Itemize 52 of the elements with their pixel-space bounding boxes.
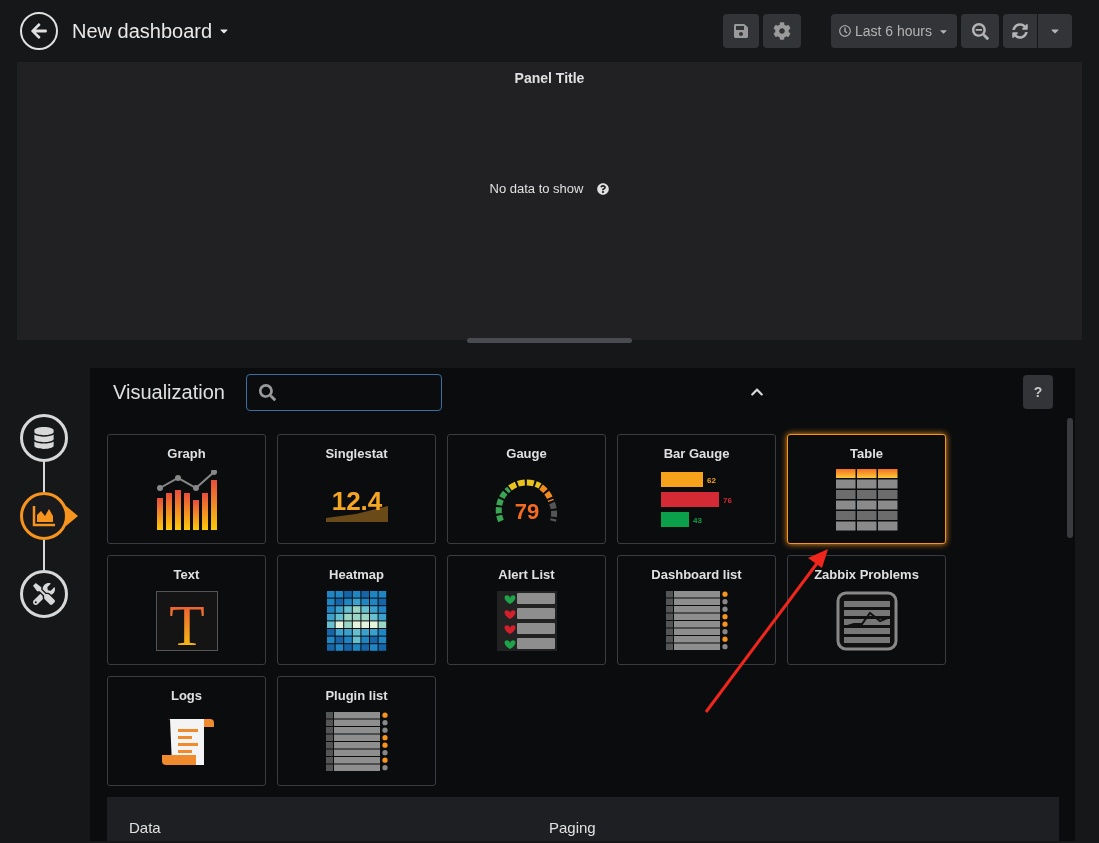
visualization-card[interactable]: Text T bbox=[107, 555, 266, 665]
options-section-title: Paging bbox=[549, 818, 596, 838]
help-icon bbox=[597, 182, 610, 195]
visualization-card[interactable]: Bar Gauge 62 76 43 bbox=[617, 434, 776, 544]
no-data-message: No data to show bbox=[489, 180, 584, 198]
heatmap-grid-icon bbox=[326, 591, 387, 652]
dashboard-title-dropdown[interactable]: New dashboard bbox=[72, 16, 231, 46]
panel-title: Panel Title bbox=[514, 69, 585, 88]
zoom-out-button[interactable] bbox=[961, 14, 999, 48]
options-section-title: Data bbox=[129, 818, 162, 838]
table-icon bbox=[835, 469, 898, 532]
refresh-icon bbox=[1012, 23, 1028, 39]
settings-icon bbox=[772, 22, 791, 40]
editor-step-button[interactable] bbox=[20, 414, 68, 462]
visualization-card[interactable]: Logs bbox=[107, 676, 266, 786]
zoom-out-icon bbox=[971, 22, 989, 40]
editor-step-button[interactable] bbox=[20, 570, 68, 618]
help-button[interactable]: ? bbox=[1023, 375, 1053, 409]
list-rows-icon bbox=[325, 712, 388, 773]
alert-list-icon bbox=[496, 591, 557, 652]
serif-letter-icon: T bbox=[155, 591, 218, 652]
visualization-card[interactable]: Table bbox=[787, 434, 946, 544]
settings-button[interactable] bbox=[762, 14, 801, 48]
framed-chart-icon bbox=[835, 591, 898, 652]
list-rows-icon bbox=[665, 591, 728, 652]
visualization-card[interactable]: Gauge 79 bbox=[447, 434, 606, 544]
back-button[interactable] bbox=[20, 12, 58, 50]
visualization-card[interactable]: Plugin list bbox=[277, 676, 436, 786]
visualization-card[interactable]: Graph bbox=[107, 434, 266, 544]
visualization-card[interactable]: Dashboard list bbox=[617, 555, 776, 665]
scrollbar[interactable] bbox=[1067, 418, 1073, 538]
save-icon bbox=[732, 23, 749, 39]
scroll-icon bbox=[159, 717, 214, 768]
database-icon bbox=[33, 427, 55, 449]
tools-icon bbox=[33, 583, 55, 605]
visualization-card[interactable]: Zabbix Problems bbox=[787, 555, 946, 665]
editor-step-button[interactable] bbox=[20, 492, 68, 540]
section-heading: Visualization bbox=[113, 380, 225, 405]
refresh-button[interactable] bbox=[1003, 14, 1037, 48]
back-arrow-icon bbox=[30, 22, 48, 40]
visualization-card[interactable]: Alert List bbox=[447, 555, 606, 665]
step-pointer-icon bbox=[66, 506, 78, 526]
bar-chart-icon bbox=[155, 470, 218, 531]
clock-icon bbox=[838, 25, 851, 37]
visualization-card[interactable]: Singlestat 12.4 bbox=[277, 434, 436, 544]
save-button[interactable] bbox=[722, 14, 759, 48]
resize-handle[interactable] bbox=[467, 338, 632, 343]
time-range-picker[interactable]: Last 6 hours bbox=[830, 14, 957, 48]
area-chart-icon bbox=[32, 505, 56, 527]
search-field[interactable] bbox=[245, 373, 442, 411]
visualization-card[interactable]: Heatmap bbox=[277, 555, 436, 665]
search-icon bbox=[258, 383, 276, 401]
